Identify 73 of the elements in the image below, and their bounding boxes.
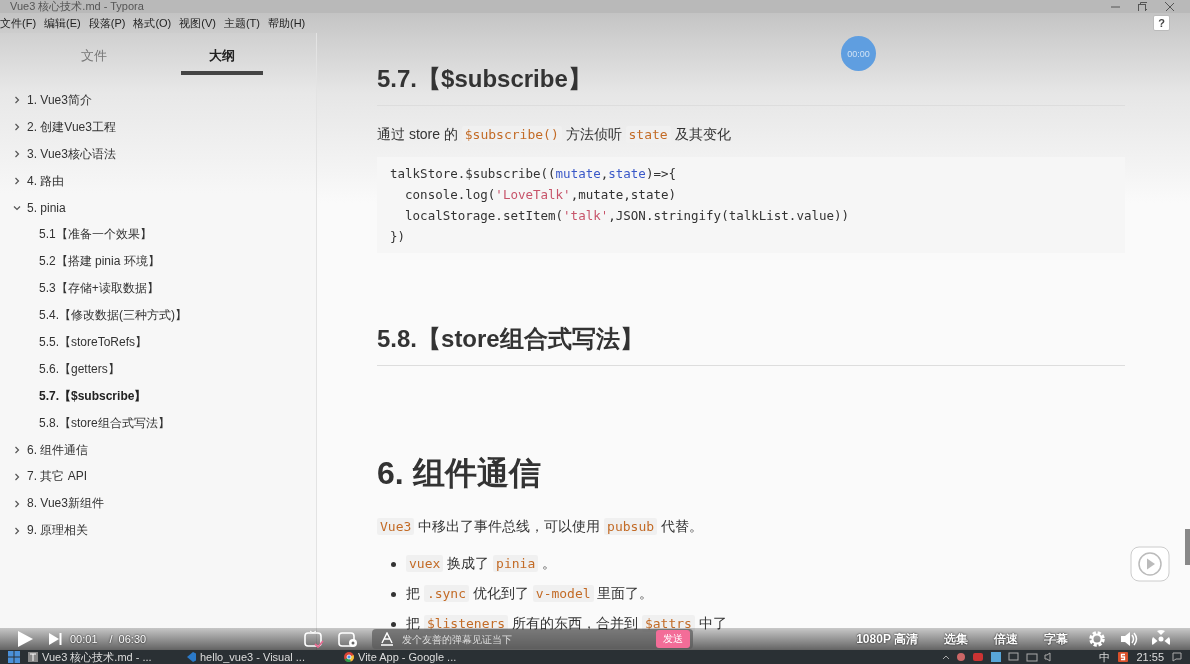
menu-item[interactable]: 主题(T) <box>223 15 260 31</box>
input-method-indicator[interactable]: 中 <box>1099 649 1111 664</box>
code-block: talkStore.$subscribe((mutate,state)=>{ console.log('LoveTalk',mutate,state) localStorage.setItem('talk',JSON.stringify(talkList.value)) }) <box>377 157 1125 253</box>
danmaku-toggle-icon[interactable] <box>303 630 324 648</box>
window-title: Vue3 核心技术.md - Typora <box>10 0 144 14</box>
menu-item[interactable]: 帮助(H) <box>268 15 306 31</box>
timer-badge: 00:00 <box>841 36 876 71</box>
taskbar-app[interactable]: hello_vue3 - Visual ... <box>186 650 336 664</box>
outline-item[interactable]: 1. Vue3简介 <box>27 91 92 109</box>
sidebar-tab[interactable]: 大纲 <box>181 43 263 75</box>
outline-item[interactable]: 3. Vue3核心语法 <box>27 145 116 163</box>
duration: 06:30 <box>118 633 147 645</box>
play-button[interactable] <box>16 630 34 648</box>
close-button[interactable] <box>1165 2 1174 11</box>
chevron-right-icon[interactable] <box>13 177 21 186</box>
chapter-heading: 6. 组件通信 <box>377 454 542 493</box>
current-time: 00:01 <box>70 633 98 645</box>
next-button[interactable] <box>48 632 62 646</box>
outline-item[interactable]: 5. pinia <box>27 201 66 215</box>
taskbar-app[interactable]: Vue3 核心技术.md - ... <box>28 650 178 664</box>
menu-item[interactable]: 段落(P) <box>88 15 126 31</box>
outline-item[interactable]: 5.1【准备一个效果】 <box>39 226 152 244</box>
outline-item[interactable]: 5.7.【$subscribe】 <box>39 387 147 405</box>
scrollbar-thumb[interactable] <box>1185 529 1190 565</box>
document-icon <box>28 652 38 662</box>
outline-item[interactable]: 5.6.【getters】 <box>39 360 120 378</box>
menu-item[interactable]: 格式(O) <box>133 15 172 31</box>
outline-item[interactable]: 5.8.【store组合式写法】 <box>39 414 170 432</box>
outline-item[interactable]: 9. 原理相关 <box>27 522 89 540</box>
outline-item[interactable]: 2. 创建Vue3工程 <box>27 118 116 136</box>
bullet-icon <box>391 561 396 567</box>
code-editor-icon <box>186 652 196 662</box>
chevron-right-icon[interactable] <box>13 472 21 481</box>
chevron-right-icon[interactable] <box>13 446 21 454</box>
help-button[interactable]: ? <box>1153 15 1170 31</box>
bullet-icon <box>391 621 396 627</box>
list-item: vuex 换成了 pinia 。 <box>406 555 557 573</box>
chevron-right-icon[interactable] <box>13 123 21 132</box>
paragraph: Vue3 中移出了事件总线，可以使用 pubsub 代替。 <box>377 514 1125 539</box>
outline-item[interactable]: 4. 路由 <box>27 172 65 190</box>
start-icon[interactable] <box>8 651 20 663</box>
outline-item[interactable]: 6. 组件通信 <box>27 441 89 459</box>
chevron-right-icon[interactable] <box>13 499 21 508</box>
notification-icon[interactable] <box>1172 652 1182 662</box>
time-separator: / <box>109 633 113 645</box>
ime-icon[interactable] <box>1118 652 1129 662</box>
chevron-down-icon[interactable] <box>13 204 21 212</box>
outline-item[interactable]: 5.3【存储+读取数据】 <box>39 280 159 298</box>
outline-item[interactable]: 8. Vue3新组件 <box>27 495 104 513</box>
settings-icon[interactable] <box>1088 630 1106 648</box>
bullet-icon <box>391 591 396 597</box>
list-item: 把 .sync 优化到了 v-model 里面了。 <box>406 585 654 603</box>
paragraph: 通过 store 的 $subscribe() 方法侦听 state 及其变化 <box>377 125 732 145</box>
taskbar-app[interactable]: Vite App - Google ... <box>344 650 494 664</box>
section-heading: 5.8.【store组合式写法】 <box>377 323 1125 366</box>
browser-icon <box>344 652 354 662</box>
chevron-right-icon[interactable] <box>13 96 21 105</box>
text-style-icon[interactable] <box>379 632 394 646</box>
danmaku-settings-icon[interactable] <box>337 630 358 648</box>
outline-item[interactable]: 5.2【搭建 pinia 环境】 <box>39 253 160 271</box>
fullscreen-icon[interactable] <box>1152 630 1170 648</box>
restore-button[interactable] <box>1138 2 1147 11</box>
clock: 21:55 <box>1136 651 1164 663</box>
volume-icon[interactable] <box>1120 631 1138 647</box>
section-heading: 5.7.【$subscribe】 <box>377 63 1125 106</box>
chevron-right-icon[interactable] <box>13 526 21 535</box>
outline-item[interactable]: 7. 其它 API <box>27 468 88 486</box>
menu-item[interactable]: 编辑(E) <box>44 15 81 31</box>
outline-item[interactable]: 5.4.【修改数据(三种方式)】 <box>39 307 187 325</box>
menu-item[interactable]: 视图(V) <box>179 15 216 31</box>
outline-item[interactable]: 5.5.【storeToRefs】 <box>39 333 148 351</box>
chevron-right-icon[interactable] <box>13 150 21 159</box>
menu-item[interactable]: 文件(F) <box>0 15 37 31</box>
